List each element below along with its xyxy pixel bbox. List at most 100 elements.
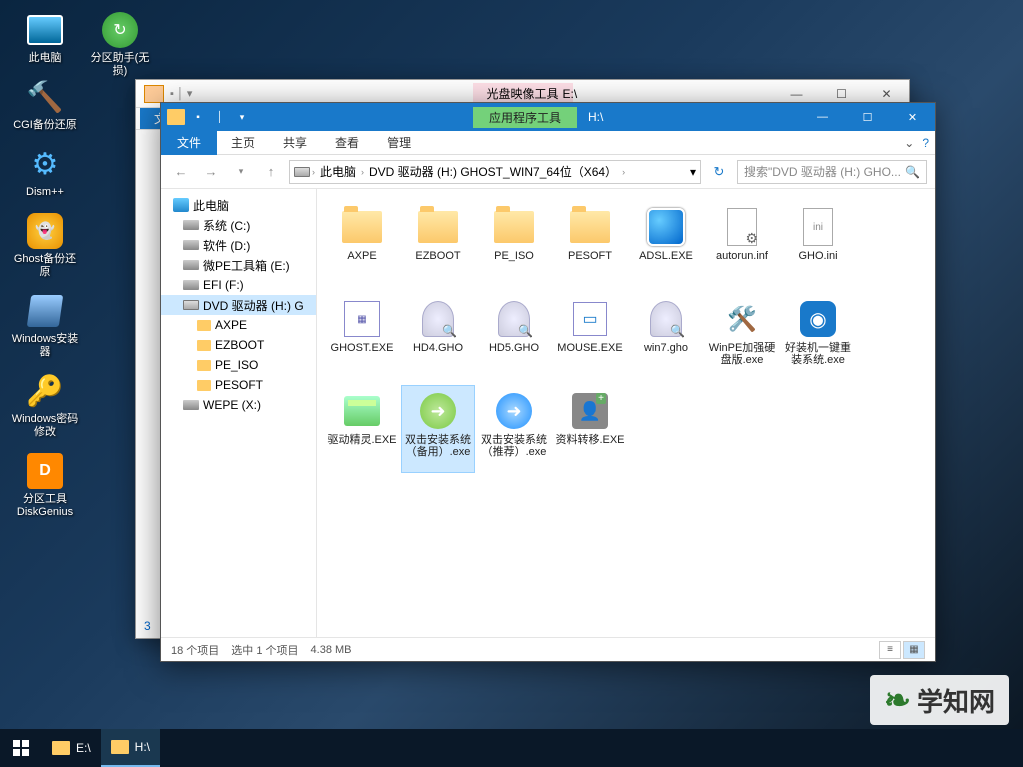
file-item[interactable]: PESOFT [553, 201, 627, 289]
desktop-icon-ghost[interactable]: 👻Ghost备份还原 [10, 211, 80, 279]
file-item[interactable]: PE_ISO [477, 201, 551, 289]
minimize-button[interactable]: — [800, 103, 845, 131]
breadcrumb-drive[interactable]: DVD 驱动器 (H:) GHOST_WIN7_64位（X64） [366, 163, 620, 180]
folder-icon [111, 740, 129, 754]
file-item[interactable]: EZBOOT [401, 201, 475, 289]
address-bar[interactable]: › 此电脑 › DVD 驱动器 (H:) GHOST_WIN7_64位（X64）… [289, 160, 701, 184]
nav-bar: ← → ▾ ↑ › 此电脑 › DVD 驱动器 (H:) GHOST_WIN7_… [161, 155, 935, 189]
file-label: 资料转移.EXE [555, 434, 624, 446]
drive-icon [294, 167, 310, 177]
close-button-back[interactable]: ✕ [864, 84, 909, 104]
ribbon-tab-home[interactable]: 主页 [217, 131, 269, 154]
desktop-icon-cgi[interactable]: 🔨CGI备份还原 [10, 77, 80, 132]
tree-thispc[interactable]: 此电脑 [161, 195, 316, 215]
back-button[interactable]: ← [169, 160, 193, 184]
taskbar[interactable]: E:\ H:\ [0, 729, 1023, 767]
tree-folder-peiso[interactable]: PE_ISO [161, 355, 316, 375]
file-item[interactable]: HD5.GHO [477, 293, 551, 381]
start-button[interactable] [0, 729, 42, 767]
file-item[interactable]: win7.gho [629, 293, 703, 381]
file-label: GHO.ini [798, 250, 837, 262]
tree-drive-f[interactable]: EFI (F:) [161, 275, 316, 295]
file-item[interactable]: ➜双击安装系统（推荐）.exe [477, 385, 551, 473]
folder-qat-icon[interactable] [144, 85, 164, 103]
file-label: 双击安装系统（备用）.exe [402, 434, 474, 458]
qat-properties-icon[interactable]: ▪ [189, 109, 207, 125]
desktop-icon-diskgenius[interactable]: D分区工具DiskGenius [10, 451, 80, 519]
file-label: autorun.inf [716, 250, 768, 262]
file-icon [492, 206, 536, 248]
file-icon [340, 390, 384, 432]
titlebar[interactable]: ▪ │ ▾ 应用程序工具 H:\ — ☐ ✕ [161, 103, 935, 131]
minimize-button-back[interactable]: — [774, 84, 819, 104]
file-item[interactable]: autorun.inf [705, 201, 779, 289]
ribbon: 文件 主页 共享 查看 管理 ⌄ ? [161, 131, 935, 155]
tree-folder-pesoft[interactable]: PESOFT [161, 375, 316, 395]
explorer-window-front[interactable]: ▪ │ ▾ 应用程序工具 H:\ — ☐ ✕ 文件 主页 共享 查看 管理 ⌄ … [160, 102, 936, 662]
nav-tree[interactable]: 此电脑 系统 (C:) 软件 (D:) 微PE工具箱 (E:) EFI (F:)… [161, 189, 317, 637]
taskbar-item-h[interactable]: H:\ [101, 729, 160, 767]
address-dropdown-icon[interactable]: ▾ [690, 165, 696, 179]
tree-drive-c[interactable]: 系统 (C:) [161, 215, 316, 235]
file-item[interactable]: iniGHO.ini [781, 201, 855, 289]
file-icon: ▭ [568, 298, 612, 340]
watermark: ❧ 学知网 [870, 675, 1009, 725]
desktop-icon-wininstall[interactable]: Windows安装器 [10, 291, 80, 359]
recent-dropdown-icon[interactable]: ▾ [229, 160, 253, 184]
file-tab[interactable]: 文件 [161, 131, 217, 155]
file-label: GHOST.EXE [331, 342, 394, 354]
up-button[interactable]: ↑ [259, 160, 283, 184]
folder-qat-icon[interactable] [167, 109, 185, 125]
file-item[interactable]: 🛠️WinPE加强硬盘版.exe [705, 293, 779, 381]
maximize-button[interactable]: ☐ [845, 103, 890, 131]
window-title: H:\ [588, 110, 603, 124]
file-item[interactable]: ➜双击安装系统（备用）.exe [401, 385, 475, 473]
search-box[interactable]: 搜索"DVD 驱动器 (H:) GHO... 🔍 [737, 160, 927, 184]
tree-folder-axpe[interactable]: AXPE [161, 315, 316, 335]
file-item[interactable]: ◉好装机一键重装系统.exe [781, 293, 855, 381]
file-label: 好装机一键重装系统.exe [782, 342, 854, 366]
file-item[interactable]: ▦GHOST.EXE [325, 293, 399, 381]
file-icon [416, 206, 460, 248]
qat-dropdown-icon[interactable]: ▾ [233, 109, 251, 125]
desktop-icon-dism[interactable]: ⚙Dism++ [10, 144, 80, 199]
taskbar-item-e[interactable]: E:\ [42, 729, 101, 767]
file-label: AXPE [347, 250, 376, 262]
tree-drive-h[interactable]: DVD 驱动器 (H:) G [161, 295, 316, 315]
desktop-icon-thispc[interactable]: 此电脑 [10, 10, 80, 65]
close-button[interactable]: ✕ [890, 103, 935, 131]
file-item[interactable]: HD4.GHO [401, 293, 475, 381]
qat-back: ▪ │ ▾ [136, 85, 200, 103]
view-details-button[interactable]: ≡ [879, 641, 901, 659]
file-item[interactable]: 驱动精灵.EXE [325, 385, 399, 473]
file-list[interactable]: AXPE EZBOOTPE_ISOPESOFTADSL.EXE autorun.in… [317, 189, 935, 637]
file-item[interactable]: ▭MOUSE.EXE [553, 293, 627, 381]
desktop-icons-col1: 此电脑 🔨CGI备份还原 ⚙Dism++ 👻Ghost备份还原 Windows安… [10, 10, 80, 519]
ribbon-tab-manage[interactable]: 管理 [373, 131, 425, 154]
file-item[interactable]: ADSL.EXE [629, 201, 703, 289]
search-icon[interactable]: 🔍 [905, 165, 920, 179]
refresh-button[interactable]: ↻ [707, 160, 731, 184]
tree-folder-ezboot[interactable]: EZBOOT [161, 335, 316, 355]
context-tab[interactable]: 应用程序工具 [473, 107, 577, 128]
breadcrumb-thispc[interactable]: 此电脑 [317, 163, 359, 180]
view-icons-button[interactable]: ▦ [903, 641, 925, 659]
tree-drive-e[interactable]: 微PE工具箱 (E:) [161, 255, 316, 275]
desktop-icon-partassist[interactable]: ↻分区助手(无损) [85, 10, 155, 78]
title-back: E:\ [563, 87, 578, 101]
forward-button[interactable]: → [199, 160, 223, 184]
tree-drive-d[interactable]: 软件 (D:) [161, 235, 316, 255]
file-item[interactable]: 👤 资料转移.EXE [553, 385, 627, 473]
file-item[interactable]: AXPE [325, 201, 399, 289]
help-icon[interactable]: ? [922, 136, 929, 150]
context-tab-back[interactable]: 光盘映像工具 [472, 83, 572, 104]
tree-drive-x[interactable]: WEPE (X:) [161, 395, 316, 415]
file-icon: 👤 [568, 390, 612, 432]
file-icon: ◉ [796, 298, 840, 340]
ribbon-tab-view[interactable]: 查看 [321, 131, 373, 154]
ribbon-expand-icon[interactable]: ⌄ [904, 136, 914, 150]
leaf-icon: ❧ [884, 681, 911, 719]
maximize-button-back[interactable]: ☐ [819, 84, 864, 104]
desktop-icon-winpwd[interactable]: 🔑Windows密码修改 [10, 371, 80, 439]
ribbon-tab-share[interactable]: 共享 [269, 131, 321, 154]
